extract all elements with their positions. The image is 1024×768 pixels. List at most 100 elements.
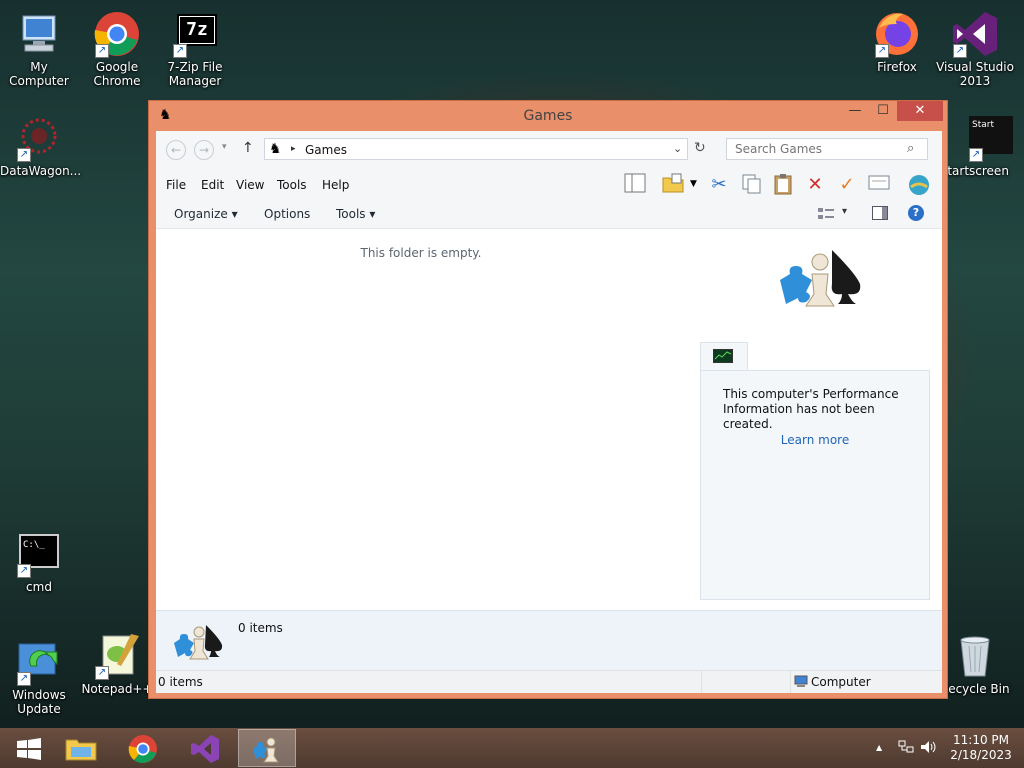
taskbar-visual-studio[interactable] xyxy=(176,729,234,767)
cmd-icon: C:\_ ↗ xyxy=(15,530,63,578)
status-item-count: 0 items xyxy=(158,675,203,689)
back-button[interactable]: ← xyxy=(166,140,186,160)
view-options-icon[interactable] xyxy=(818,207,834,224)
clock[interactable]: 11:10 PM 2/18/2023 xyxy=(948,733,1014,763)
folder-options-dropdown[interactable]: ▼ xyxy=(690,179,697,189)
paste-icon[interactable] xyxy=(770,173,796,197)
volume-icon[interactable] xyxy=(920,740,938,757)
computer-icon xyxy=(15,10,63,58)
desktop-icon-chrome[interactable]: ↗ Google Chrome xyxy=(78,10,156,88)
view-options-dropdown[interactable]: ▾ xyxy=(842,206,847,217)
desktop-icon-my-computer[interactable]: My Computer xyxy=(0,10,78,88)
file-explorer-icon xyxy=(65,739,97,761)
computer-zone-icon xyxy=(794,675,808,691)
desktop-icon-firefox[interactable]: ↗ Firefox xyxy=(858,10,936,74)
globe-icon[interactable] xyxy=(906,173,932,197)
shortcut-arrow-icon: ↗ xyxy=(17,672,31,686)
desktop-icon-visual-studio[interactable]: ↗ Visual Studio 2013 xyxy=(936,10,1014,88)
shortcut-arrow-icon: ↗ xyxy=(17,564,31,578)
folder-options-icon[interactable] xyxy=(660,173,686,197)
search-box[interactable]: ⌕ xyxy=(726,138,928,160)
details-item-count: 0 items xyxy=(238,621,283,635)
recycle-bin-icon xyxy=(951,632,999,680)
desktop-icon-7zip[interactable]: 7z ↗ 7-Zip File Manager xyxy=(156,10,234,88)
window-title: Games xyxy=(523,108,573,124)
taskbar-file-explorer[interactable] xyxy=(52,729,110,767)
help-icon[interactable]: ? xyxy=(908,205,924,221)
taskbar: ▲ 11:10 PM 2/18/2023 xyxy=(0,728,1024,768)
menu-help[interactable]: Help xyxy=(322,178,349,192)
windows-update-icon: ↗ xyxy=(15,638,63,686)
games-logo-icon xyxy=(776,244,868,319)
games-preview-pane: This computer's Performance Information … xyxy=(696,230,942,610)
desktop-icon-cmd[interactable]: C:\_ ↗ cmd xyxy=(0,530,78,594)
7zip-glyph: 7z xyxy=(180,17,214,43)
close-button[interactable]: ✕ xyxy=(897,101,943,121)
title-bar[interactable]: ♞ Games — ☐ ✕ xyxy=(149,101,947,131)
desktop-icon-label: Notepad++ xyxy=(81,682,153,696)
copy-icon[interactable] xyxy=(738,173,764,197)
recent-locations-dropdown[interactable]: ▾ xyxy=(222,142,227,152)
tools-button[interactable]: Tools ▾ xyxy=(336,207,375,221)
chrome-icon xyxy=(128,735,157,763)
empty-folder-message: This folder is empty. xyxy=(360,246,482,260)
notepadpp-icon: ↗ xyxy=(93,632,141,680)
shortcut-arrow-icon: ↗ xyxy=(95,666,109,680)
up-arrow-icon[interactable]: ↑ xyxy=(242,140,254,156)
menu-view[interactable]: View xyxy=(236,178,264,192)
visual-studio-icon xyxy=(191,735,219,763)
7zip-icon: 7z ↗ xyxy=(171,10,219,58)
menu-bar: File Edit View Tools Help ▼ ✂ ✕ ✓ xyxy=(156,169,942,199)
address-bar[interactable]: ♞ ▸ Games ⌄ xyxy=(264,138,688,160)
menu-edit[interactable]: Edit xyxy=(201,178,224,192)
menu-file[interactable]: File xyxy=(166,178,186,192)
window-client: ← → ▾ ↑ ♞ ▸ Games ⌄ ↻ ⌕ File Edit View T… xyxy=(156,131,942,693)
network-icon[interactable] xyxy=(898,740,914,757)
desktop-icon-label: Windows Update xyxy=(12,688,66,716)
delete-icon[interactable]: ✕ xyxy=(802,173,828,197)
show-hidden-icons-button[interactable]: ▲ xyxy=(876,743,882,752)
cut-icon[interactable]: ✂ xyxy=(706,173,732,197)
refresh-icon[interactable]: ↻ xyxy=(694,140,706,156)
preview-pane-icon[interactable] xyxy=(872,206,888,223)
options-button[interactable]: Options xyxy=(264,207,310,221)
desktop-icon-label: cmd xyxy=(26,580,52,594)
desktop-icon-label: 7-Zip File Manager xyxy=(167,60,223,88)
taskbar-chrome[interactable] xyxy=(114,729,172,767)
minimize-button[interactable]: — xyxy=(841,101,869,121)
desktop-icon-notepadpp[interactable]: ↗ Notepad++ xyxy=(78,632,156,696)
menu-tools[interactable]: Tools xyxy=(277,178,307,192)
desktop-icon-label: Google Chrome xyxy=(93,60,141,88)
search-input[interactable] xyxy=(735,140,905,158)
clock-time: 11:10 PM xyxy=(953,733,1009,747)
desktop-icon-datawagon[interactable]: ↗ DataWagon... xyxy=(0,114,81,178)
taskbar-games[interactable] xyxy=(238,729,296,767)
maximize-button[interactable]: ☐ xyxy=(869,101,897,121)
start-button[interactable] xyxy=(0,729,58,767)
organize-button[interactable]: Organize ▾ xyxy=(174,207,238,221)
status-bar: 0 items Computer xyxy=(156,670,942,693)
address-history-chevron-icon[interactable]: ⌄ xyxy=(673,142,682,155)
chevron-down-icon: ▾ xyxy=(369,207,376,221)
status-divider xyxy=(701,671,702,693)
email-icon[interactable] xyxy=(866,173,892,197)
performance-panel: This computer's Performance Information … xyxy=(700,370,930,600)
search-icon[interactable]: ⌕ xyxy=(907,141,914,156)
properties-check-icon[interactable]: ✓ xyxy=(834,173,860,197)
performance-tab[interactable] xyxy=(700,342,748,372)
games-icon xyxy=(253,737,279,763)
forward-button[interactable]: → xyxy=(194,140,214,160)
file-list-area[interactable]: This folder is empty. xyxy=(156,230,696,610)
games-explorer-window: ♞ Games — ☐ ✕ ← → ▾ ↑ ♞ ▸ Games ⌄ ↻ ⌕ xyxy=(148,100,948,699)
clock-date: 2/18/2023 xyxy=(950,748,1012,762)
back-arrow-icon: ← xyxy=(170,143,182,157)
desktop-icon-windows-update[interactable]: ↗ Windows Update xyxy=(0,638,78,716)
learn-more-link[interactable]: Learn more xyxy=(701,433,929,447)
address-row: ← → ▾ ↑ ♞ ▸ Games ⌄ ↻ ⌕ xyxy=(156,131,942,169)
cmd-glyph: C:\_ xyxy=(19,534,59,568)
breadcrumb-games[interactable]: Games xyxy=(305,143,347,157)
details-pane: 0 items xyxy=(156,610,942,670)
shortcut-arrow-icon: ↗ xyxy=(875,44,889,58)
layout-pane-icon[interactable] xyxy=(622,173,648,197)
games-details-icon xyxy=(172,621,226,666)
